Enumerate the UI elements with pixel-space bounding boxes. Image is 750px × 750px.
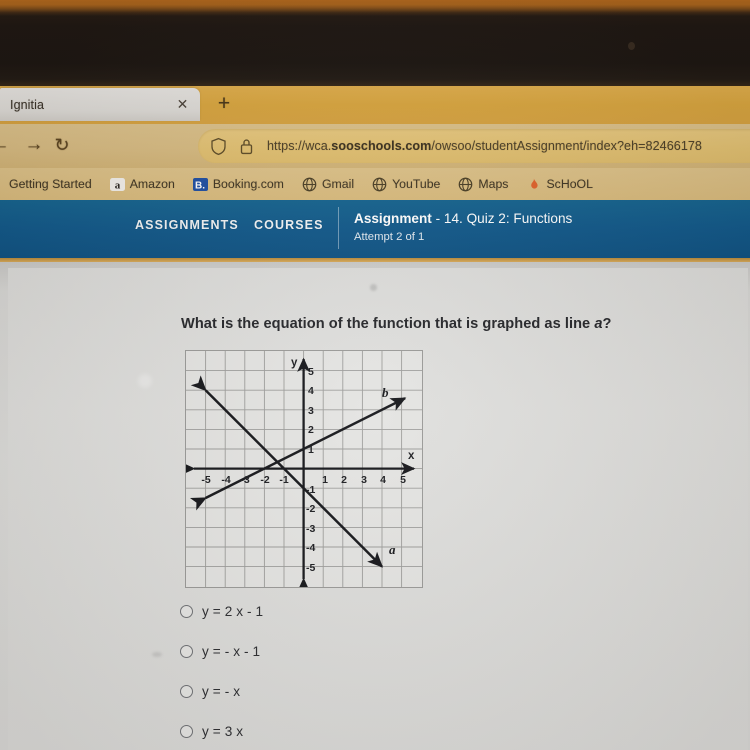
- radio-button[interactable]: [180, 645, 193, 658]
- arrow-right-icon[interactable]: →: [20, 131, 48, 159]
- booking-icon: B.: [192, 177, 208, 192]
- plus-icon[interactable]: +: [212, 92, 236, 116]
- flame-icon: [526, 177, 541, 192]
- monitor-bezel: [0, 0, 750, 88]
- lock-icon: [239, 137, 256, 156]
- svg-text:5: 5: [400, 474, 406, 486]
- tab-title: Ignitia: [10, 97, 45, 112]
- option-label: y = - x: [202, 684, 241, 699]
- svg-text:y: y: [291, 357, 298, 369]
- bookmark-label: Gmail: [321, 177, 355, 191]
- globe-icon: [458, 177, 473, 192]
- nav-assignments[interactable]: ASSIGNMENTS: [135, 218, 239, 232]
- bookmark-label: YouTube: [392, 177, 441, 191]
- svg-text:-4: -4: [306, 542, 315, 554]
- bookmark-gmail[interactable]: Gmail: [293, 172, 363, 196]
- shield-icon: [210, 137, 227, 156]
- question-text: What is the equation of the function tha…: [181, 316, 611, 332]
- url-prefix: https://wca.: [267, 139, 332, 153]
- header-divider: [338, 207, 339, 249]
- url-domain: sooschools.com: [331, 139, 432, 153]
- photo-glare: [138, 374, 152, 388]
- bookmark-getting-started[interactable]: Getting Started: [0, 172, 101, 196]
- photo-speck: [152, 652, 162, 657]
- svg-text:-5: -5: [306, 562, 315, 574]
- bookmarks-bar: Getting Started a Amazon B. Booking.com: [0, 168, 750, 200]
- graph-svg: y x -5 -4 -3 -2 -1 1 2 3 4 5 5 4 3 2 1 -…: [186, 351, 422, 587]
- svg-text:-2: -2: [260, 474, 269, 486]
- bookmark-amazon[interactable]: a Amazon: [101, 172, 184, 196]
- svg-text:-3: -3: [306, 523, 315, 535]
- question-text-after: ?: [602, 316, 612, 332]
- svg-text:a: a: [114, 179, 120, 191]
- svg-text:2: 2: [308, 424, 314, 436]
- svg-text:x: x: [408, 450, 415, 462]
- assignment-title: Assignment - 14. Quiz 2: Functions: [354, 211, 572, 226]
- bookmark-school[interactable]: ScHoOL: [517, 172, 601, 196]
- svg-text:-1: -1: [306, 484, 315, 496]
- bookmark-label: ScHoOL: [546, 177, 593, 191]
- line-a-label: a: [389, 542, 396, 557]
- url-path: /owsoo/studentAssignment/index?eh=824661…: [431, 139, 702, 153]
- arrow-left-icon[interactable]: ←: [0, 131, 14, 159]
- radio-button[interactable]: [180, 605, 193, 618]
- reload-icon[interactable]: ↻: [48, 131, 76, 159]
- svg-text:2: 2: [341, 474, 347, 486]
- bookmark-booking[interactable]: B. Booking.com: [184, 172, 293, 196]
- radio-button[interactable]: [180, 725, 193, 738]
- svg-text:-3: -3: [240, 474, 249, 486]
- radio-button[interactable]: [180, 685, 193, 698]
- globe-icon: [372, 177, 387, 192]
- svg-text:-5: -5: [201, 474, 210, 486]
- nav-courses[interactable]: COURSES: [254, 218, 324, 232]
- option-4[interactable]: y = 3 x: [180, 724, 243, 739]
- svg-text:3: 3: [361, 474, 367, 486]
- photo-speck: [370, 284, 377, 291]
- bookmark-label: Getting Started: [9, 177, 92, 191]
- close-icon[interactable]: ✕: [175, 97, 190, 112]
- svg-text:1: 1: [322, 474, 328, 486]
- screenshot-root: Ignitia ✕ + ← → ↻ https://wca.sooschools…: [0, 0, 750, 750]
- svg-text:4: 4: [308, 385, 314, 397]
- bookmark-label: Booking.com: [212, 177, 284, 191]
- bookmark-maps[interactable]: Maps: [449, 172, 517, 196]
- svg-text:B.: B.: [195, 180, 205, 191]
- app-header: [0, 200, 750, 262]
- address-bar[interactable]: https://wca.sooschools.com/owsoo/student…: [198, 129, 750, 163]
- globe-icon: [302, 177, 317, 192]
- svg-text:-2: -2: [306, 503, 315, 515]
- bookmark-label: Amazon: [129, 177, 175, 191]
- svg-text:-4: -4: [221, 474, 230, 486]
- question-text-before: What is the equation of the function tha…: [181, 316, 595, 332]
- bookmark-youtube[interactable]: YouTube: [363, 172, 449, 196]
- browser-tab[interactable]: Ignitia ✕: [0, 88, 200, 121]
- option-label: y = - x - 1: [202, 644, 261, 659]
- option-label: y = 2 x - 1: [202, 604, 264, 619]
- svg-text:5: 5: [308, 366, 314, 378]
- option-label: y = 3 x: [202, 724, 244, 739]
- assignment-title-rest: - 14. Quiz 2: Functions: [431, 211, 573, 226]
- question-line-letter: a: [594, 316, 603, 332]
- amazon-icon: a: [109, 177, 125, 192]
- svg-text:4: 4: [380, 474, 386, 486]
- svg-text:-1: -1: [279, 474, 288, 486]
- option-2[interactable]: y = - x - 1: [180, 644, 260, 659]
- coordinate-graph: y x -5 -4 -3 -2 -1 1 2 3 4 5 5 4 3 2 1 -…: [185, 350, 423, 588]
- assignment-title-bold: Assignment: [354, 211, 432, 226]
- bezel-glare: [0, 0, 750, 16]
- line-b-label: b: [382, 385, 389, 400]
- svg-text:3: 3: [308, 405, 314, 417]
- option-3[interactable]: y = - x: [180, 684, 240, 699]
- attempt-status: Attempt 2 of 1: [354, 231, 425, 243]
- svg-text:1: 1: [308, 444, 314, 456]
- option-1[interactable]: y = 2 x - 1: [180, 604, 263, 619]
- url-text: https://wca.sooschools.com/owsoo/student…: [267, 139, 702, 153]
- bookmark-label: Maps: [478, 177, 509, 191]
